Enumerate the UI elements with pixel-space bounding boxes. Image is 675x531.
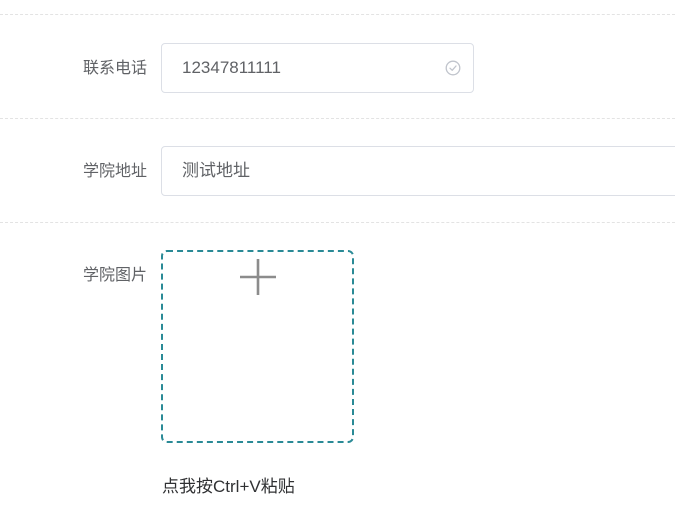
phone-input-value: 12347811111 xyxy=(182,58,281,77)
address-input-value: 测试地址 xyxy=(182,161,250,180)
row-divider xyxy=(0,118,675,119)
check-circle-icon xyxy=(445,60,461,76)
plus-icon xyxy=(240,259,276,295)
image-upload-area[interactable] xyxy=(161,250,354,443)
row-divider xyxy=(0,14,675,15)
paste-hint-text[interactable]: 点我按Ctrl+V粘贴 xyxy=(162,476,295,498)
row-divider xyxy=(0,222,675,223)
address-input[interactable]: 测试地址 xyxy=(161,146,675,196)
image-label: 学院图片 xyxy=(82,267,147,284)
college-form: 联系电话 12347811111 学院地址 测试地址 学院图片 点我按Ctrl+… xyxy=(0,0,675,531)
phone-label: 联系电话 xyxy=(82,60,147,77)
address-label: 学院地址 xyxy=(82,163,147,180)
phone-input[interactable]: 12347811111 xyxy=(161,43,474,93)
